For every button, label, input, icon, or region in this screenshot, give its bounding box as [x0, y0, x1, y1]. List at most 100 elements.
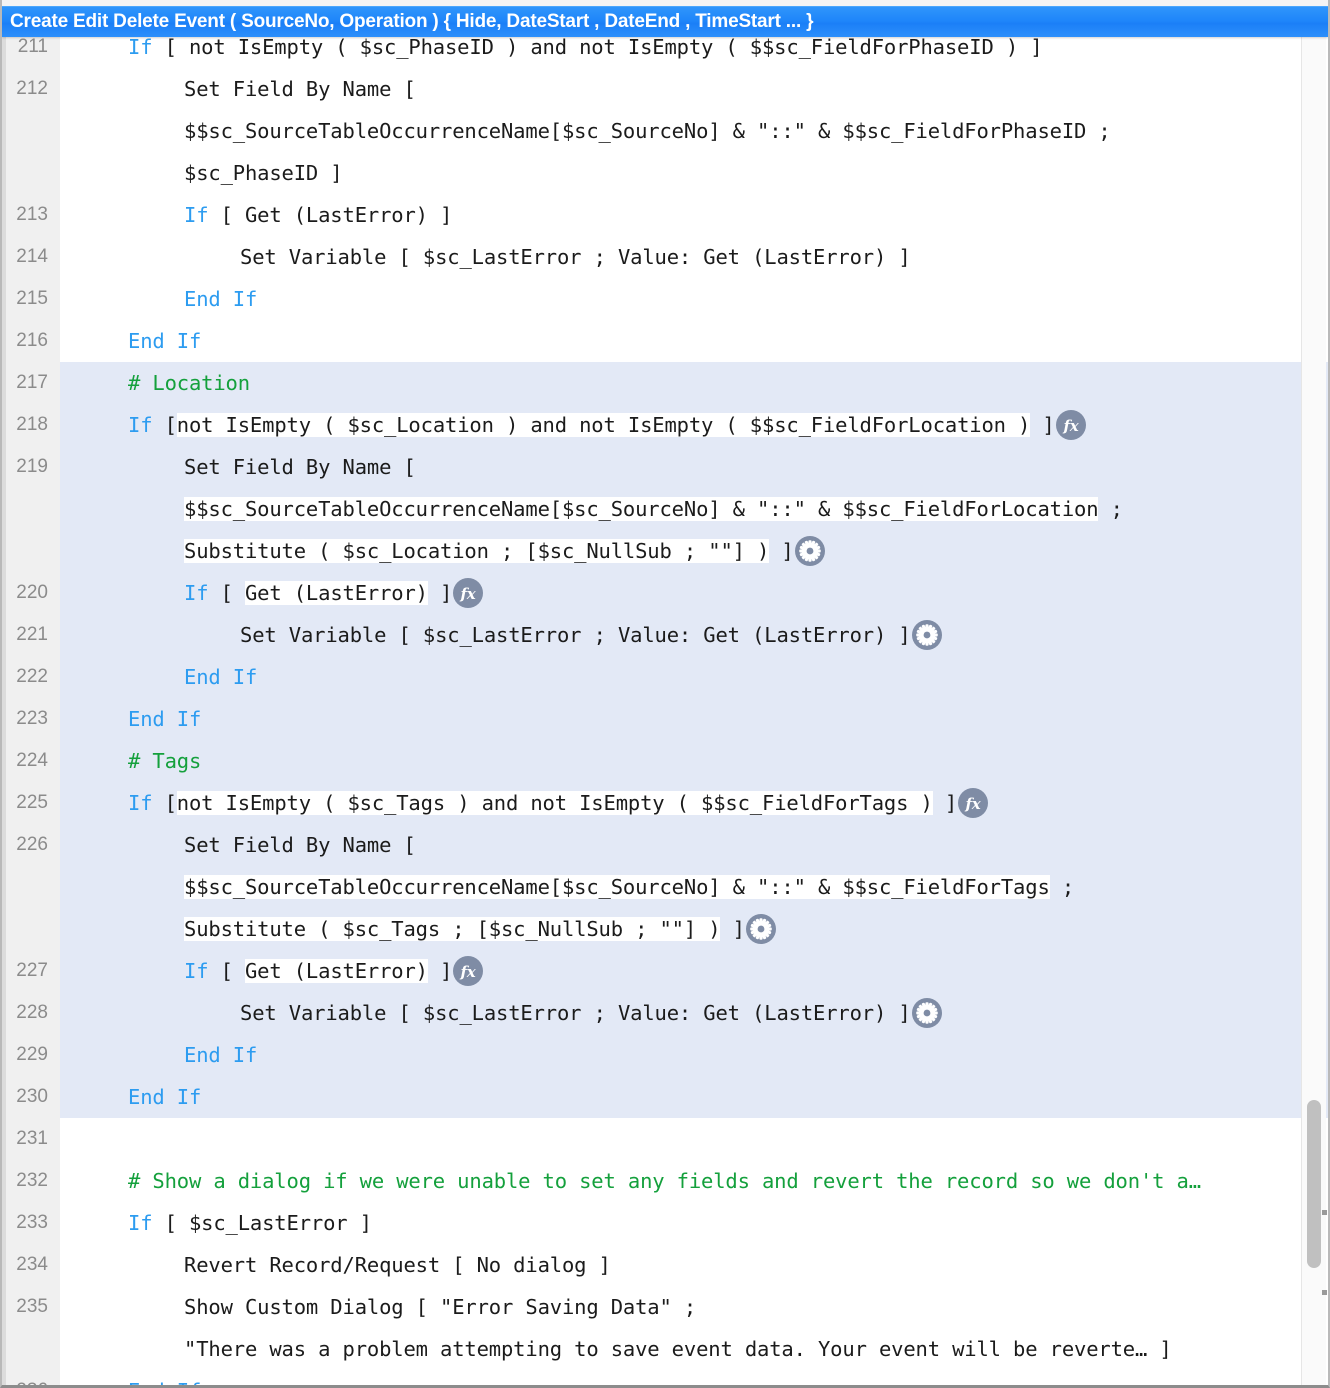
line-number: 214 [2, 236, 60, 278]
script-step-text[interactable]: If [ $sc_LastError ] [60, 1202, 1328, 1244]
script-step-line: If [ Get (LastError) ] fx [60, 950, 1328, 992]
script-step-text[interactable]: Set Variable [ $sc_LastError ; Value: Ge… [60, 992, 1328, 1034]
script-step-row[interactable]: 219 Set Field By Name [$$sc_SourceTableOc… [2, 446, 1328, 572]
script-step-row[interactable]: 220 If [ Get (LastError) ] fx [2, 572, 1328, 614]
script-step-text[interactable]: End If [60, 1034, 1328, 1076]
script-text: Set Field By Name [ [184, 455, 416, 479]
script-step-list: 211 If [ not IsEmpty ( $sc_PhaseID ) and … [2, 30, 1328, 1385]
script-step-row[interactable]: 226 Set Field By Name [$$sc_SourceTableOc… [2, 824, 1328, 950]
script-step-text[interactable]: Show Custom Dialog [ "Error Saving Data"… [60, 1286, 1328, 1370]
line-number: 213 [2, 194, 60, 236]
script-step-line: End If [60, 698, 1328, 740]
script-text: Revert Record/Request [ No dialog ] [184, 1253, 611, 1277]
script-step-row[interactable]: 227 If [ Get (LastError) ] fx [2, 950, 1328, 992]
line-number: 231 [2, 1118, 60, 1160]
script-step-row[interactable]: 234 Revert Record/Request [ No dialog ] [2, 1244, 1328, 1286]
script-step-text[interactable]: If [ Get (LastError) ] fx [60, 950, 1328, 992]
script-text: [ [220, 959, 245, 983]
script-step-text[interactable]: Set Field By Name [$$sc_SourceTableOccur… [60, 824, 1328, 950]
script-step-text[interactable]: End If [60, 278, 1328, 320]
script-step-row[interactable]: 215 End If [2, 278, 1328, 320]
script-step-row[interactable]: 233 If [ $sc_LastError ] [2, 1202, 1328, 1244]
script-step-row[interactable]: 222 End If [2, 656, 1328, 698]
line-number: 222 [2, 656, 60, 698]
script-keyword: End If [184, 665, 258, 689]
script-step-line: Revert Record/Request [ No dialog ] [60, 1244, 1328, 1286]
scrollbar-thumb[interactable] [1307, 1100, 1321, 1268]
script-step-row[interactable]: 232 # Show a dialog if we were unable to … [2, 1160, 1328, 1202]
script-text: [ [164, 791, 177, 815]
script-step-row[interactable]: 221 Set Variable [ $sc_LastError ; Value:… [2, 614, 1328, 656]
script-text: "There was a problem attempting to save … [184, 1337, 1172, 1361]
script-step-text[interactable]: Set Variable [ $sc_LastError ; Value: Ge… [60, 236, 1328, 278]
script-text: Show Custom Dialog [ "Error Saving Data"… [184, 1295, 697, 1319]
script-step-row[interactable]: 223 End If [2, 698, 1328, 740]
script-step-row[interactable]: 217 # Location [2, 362, 1328, 404]
script-step-text[interactable]: End If [60, 320, 1328, 362]
script-step-row[interactable]: 218 If [not IsEmpty ( $sc_Location ) and … [2, 404, 1328, 446]
script-step-line [60, 1118, 1328, 1160]
script-step-row[interactable]: 224 # Tags [2, 740, 1328, 782]
script-step-row[interactable]: 212 Set Field By Name [$$sc_SourceTableOc… [2, 68, 1328, 194]
script-step-text[interactable]: # Location [60, 362, 1328, 404]
script-step-text[interactable]: If [ Get (LastError) ] [60, 194, 1328, 236]
script-step-line: End If [60, 1034, 1328, 1076]
script-keyword: End If [128, 1085, 202, 1109]
script-step-text[interactable]: Set Field By Name [$$sc_SourceTableOccur… [60, 68, 1328, 194]
script-step-line: End If [60, 1076, 1328, 1118]
line-number: 220 [2, 572, 60, 614]
script-step-text[interactable]: Revert Record/Request [ No dialog ] [60, 1244, 1328, 1286]
script-step-line: Set Field By Name [ [60, 68, 1328, 110]
script-step-line: If [not IsEmpty ( $sc_Location ) and not… [60, 404, 1328, 446]
script-step-row[interactable]: 235 Show Custom Dialog [ "Error Saving Da… [2, 1286, 1328, 1370]
script-step-text[interactable]: If [not IsEmpty ( $sc_Tags ) and not IsE… [60, 782, 1328, 824]
script-step-line: If [ Get (LastError) ] fx [60, 572, 1328, 614]
script-text: Set Variable [ $sc_LastError ; Value: Ge… [240, 623, 911, 647]
script-calculation-text: not IsEmpty ( $sc_Location ) and not IsE… [176, 413, 1031, 437]
script-step-text[interactable]: If [not IsEmpty ( $sc_Location ) and not… [60, 404, 1328, 446]
script-step-row[interactable]: 231 [2, 1118, 1328, 1160]
gear-options-icon[interactable] [911, 620, 942, 650]
line-number: 226 [2, 824, 60, 866]
line-number: 225 [2, 782, 60, 824]
fx-calculation-icon[interactable]: fx [453, 578, 484, 608]
script-text: ] [769, 539, 794, 563]
fx-calculation-icon[interactable]: fx [958, 788, 989, 818]
fx-calculation-icon[interactable]: fx [1055, 410, 1086, 440]
script-step-text[interactable]: End If [60, 1076, 1328, 1118]
script-text: ] [932, 791, 958, 815]
script-step-text[interactable]: # Show a dialog if we were unable to set… [60, 1160, 1328, 1202]
script-step-row[interactable]: 214 Set Variable [ $sc_LastError ; Value:… [2, 236, 1328, 278]
script-calculation-text: Get (LastError) [244, 581, 428, 605]
script-text: Set Field By Name [ [184, 833, 416, 857]
script-step-text[interactable]: End If [60, 656, 1328, 698]
gear-options-icon[interactable] [911, 998, 942, 1028]
script-step-line: End If [60, 656, 1328, 698]
script-text: ] [1030, 413, 1055, 437]
script-step-row[interactable]: 230 End If [2, 1076, 1328, 1118]
script-step-text[interactable]: End If [60, 1370, 1328, 1385]
gear-options-icon[interactable] [794, 536, 825, 566]
script-text: ] [720, 917, 745, 941]
script-step-row[interactable]: 236 End If [2, 1370, 1328, 1385]
script-step-text[interactable]: Set Field By Name [$$sc_SourceTableOccur… [60, 446, 1328, 572]
script-text: ; [1049, 875, 1075, 899]
script-step-row[interactable]: 229 End If [2, 1034, 1328, 1076]
script-step-text[interactable] [60, 1118, 1328, 1160]
fx-calculation-icon[interactable]: fx [453, 956, 484, 986]
script-step-row[interactable]: 225 If [not IsEmpty ( $sc_Tags ) and not … [2, 782, 1328, 824]
script-code-area[interactable]: 211 If [ not IsEmpty ( $sc_PhaseID ) and … [2, 30, 1328, 1385]
script-step-text[interactable]: Set Variable [ $sc_LastError ; Value: Ge… [60, 614, 1328, 656]
script-text: $sc_PhaseID ] [184, 161, 343, 185]
gear-options-icon[interactable] [745, 914, 776, 944]
script-step-row[interactable]: 228 Set Variable [ $sc_LastError ; Value:… [2, 992, 1328, 1034]
vertical-scrollbar[interactable] [1301, 30, 1327, 1385]
window-title-bar[interactable]: Create Edit Delete Event ( SourceNo, Ope… [2, 6, 1328, 37]
script-step-text[interactable]: # Tags [60, 740, 1328, 782]
script-step-text[interactable]: If [ Get (LastError) ] fx [60, 572, 1328, 614]
script-step-row[interactable]: 216 End If [2, 320, 1328, 362]
svg-text:fx: fx [1062, 417, 1079, 435]
script-step-line: # Show a dialog if we were unable to set… [60, 1160, 1328, 1202]
script-step-row[interactable]: 213 If [ Get (LastError) ] [2, 194, 1328, 236]
script-step-text[interactable]: End If [60, 698, 1328, 740]
